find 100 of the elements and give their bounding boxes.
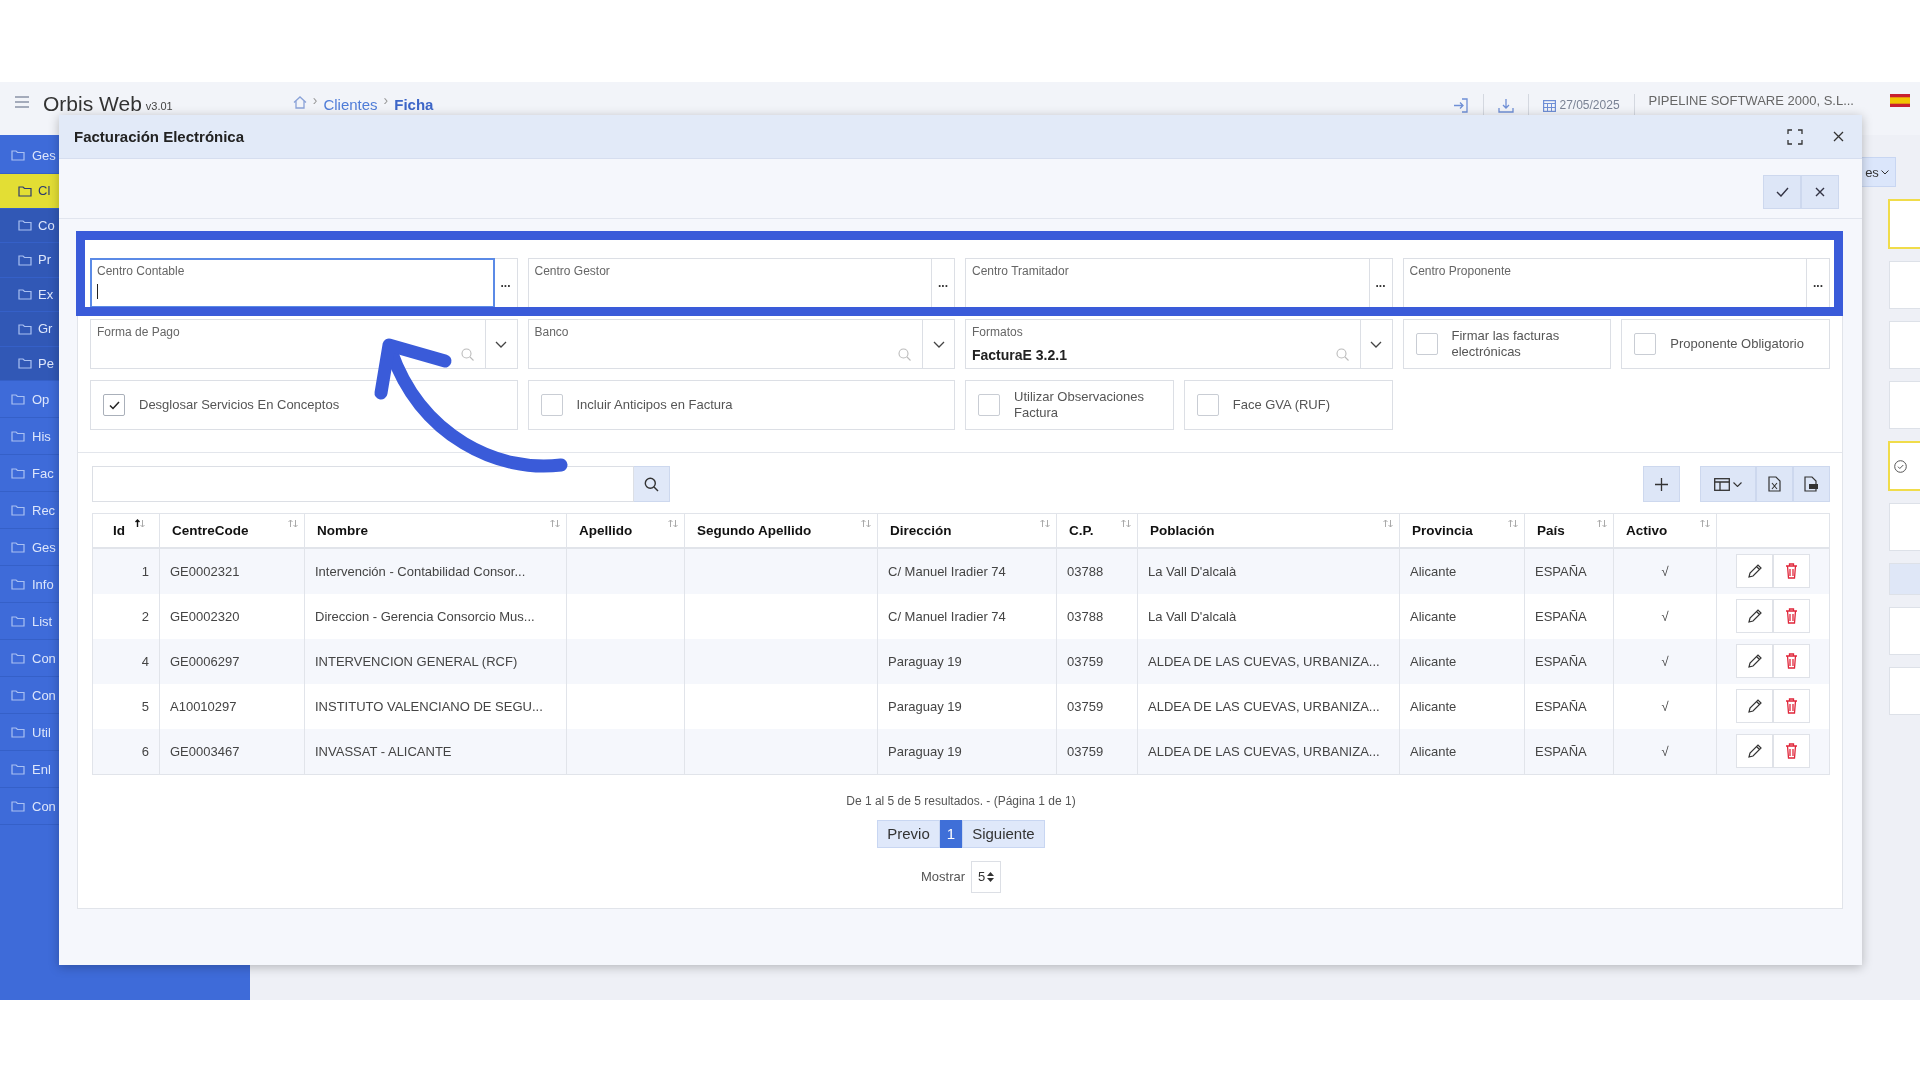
sidebar-item[interactable]: Cl	[0, 174, 59, 209]
table-cell: Intervención - Contabilidad Consor...	[315, 563, 526, 579]
edit-button[interactable]	[1736, 689, 1773, 723]
column-header[interactable]: Dirección	[877, 513, 1057, 548]
folder-icon	[11, 504, 25, 516]
folder-icon	[11, 763, 25, 775]
app-title: Orbis Web	[43, 92, 142, 116]
sidebar-item[interactable]: Co	[0, 208, 59, 243]
input-field[interactable]: Centro Tramitador	[965, 258, 1370, 308]
edit-button[interactable]	[1736, 599, 1773, 633]
trash-icon	[1785, 698, 1798, 714]
column-header[interactable]: Id	[92, 513, 160, 548]
delete-button[interactable]	[1773, 734, 1810, 768]
column-header[interactable]: CentreCode	[159, 513, 305, 548]
chevron-down-icon	[1733, 481, 1742, 487]
folder-icon	[11, 726, 25, 738]
delete-button[interactable]	[1773, 599, 1810, 633]
pdf-export-button[interactable]	[1793, 466, 1830, 502]
select-field[interactable]: Forma de Pago	[90, 319, 486, 369]
table-cell: ALDEA DE LAS CUEVAS, URBANIZA...	[1148, 653, 1380, 669]
search-button[interactable]	[634, 466, 670, 502]
folder-icon	[11, 393, 25, 405]
sidebar-item[interactable]: Ex	[0, 277, 59, 312]
checkbox[interactable]	[540, 394, 563, 416]
table-cell: ESPAÑA	[1535, 653, 1587, 669]
column-header[interactable]: Provincia	[1399, 513, 1525, 548]
checkbox-label: Incluir Anticipos en Factura	[576, 397, 733, 413]
column-header[interactable]: Activo	[1613, 513, 1717, 548]
checkbox[interactable]	[1196, 394, 1219, 416]
spreadsheet-file-icon	[1768, 476, 1781, 492]
add-button[interactable]	[1643, 466, 1680, 502]
table-cell: INSTITUTO VALENCIANO DE SEGU...	[315, 698, 543, 714]
flag-icon[interactable]	[1890, 93, 1910, 107]
more-button[interactable]: ...	[1369, 258, 1393, 308]
columns-button[interactable]	[1700, 466, 1756, 502]
input-field[interactable]: Centro Proponente	[1402, 258, 1807, 308]
page-button[interactable]: 1	[939, 819, 963, 848]
page-size-label: Mostrar	[920, 869, 966, 884]
table-cell: La Vall D'alcalà	[1148, 563, 1237, 579]
table-cell: Paraguay 19	[888, 653, 962, 669]
page-button[interactable]: Previo	[877, 819, 940, 848]
sidebar-item[interactable]: Pr	[0, 243, 59, 278]
delete-button[interactable]	[1773, 644, 1810, 678]
checkbox[interactable]	[1415, 333, 1438, 355]
column-header[interactable]: Apellido	[566, 513, 685, 548]
folder-icon	[11, 652, 25, 664]
column-header[interactable]: C.P.	[1056, 513, 1138, 548]
table-cell: GE0003467	[170, 743, 240, 759]
breadcrumb-link[interactable]: Clientes	[323, 96, 378, 113]
column-header[interactable]: Segundo Apellido	[684, 513, 878, 548]
confirm-button[interactable]	[1763, 175, 1801, 209]
folder-icon	[18, 219, 32, 232]
maximize-icon[interactable]	[1787, 128, 1803, 145]
cancel-button[interactable]	[1801, 175, 1839, 209]
table-cell: Alicante	[1410, 563, 1457, 579]
page-size-select[interactable]: 5	[971, 860, 1002, 893]
checkbox[interactable]	[978, 394, 1000, 416]
select-field[interactable]: Banco	[527, 319, 923, 369]
edit-button[interactable]	[1736, 554, 1773, 588]
breadcrumb-separator: ›	[312, 92, 318, 108]
search-field[interactable]	[92, 466, 634, 502]
table-cell: ESPAÑA	[1535, 698, 1587, 714]
breadcrumb-link[interactable]: Ficha	[394, 96, 434, 113]
table-cell: √	[1661, 743, 1669, 759]
folder-icon	[11, 800, 25, 812]
delete-button[interactable]	[1773, 689, 1810, 723]
column-header[interactable]: Nombre	[304, 513, 567, 548]
page-button[interactable]: Siguiente	[962, 819, 1045, 848]
table-cell: A10010297	[170, 698, 237, 714]
table-cell: √	[1661, 698, 1669, 714]
login-icon[interactable]	[1452, 97, 1469, 113]
plus-icon	[1655, 477, 1668, 491]
input-field[interactable]: Centro Contable	[90, 258, 495, 308]
sidebar-item[interactable]: Gr	[0, 312, 59, 347]
close-icon[interactable]	[1833, 131, 1844, 142]
menu-icon[interactable]	[15, 96, 29, 108]
more-button[interactable]: ...	[932, 258, 955, 308]
table-cell: ESPAÑA	[1535, 608, 1587, 624]
home-icon[interactable]	[292, 96, 307, 109]
column-header[interactable]: Población	[1137, 513, 1400, 548]
delete-button[interactable]	[1773, 554, 1810, 588]
checkbox[interactable]	[103, 394, 125, 416]
more-button[interactable]: ...	[1807, 258, 1830, 308]
folder-icon	[11, 615, 25, 627]
table-cell: 03788	[1067, 563, 1104, 579]
edit-button[interactable]	[1736, 734, 1773, 768]
table-cell: 03788	[1067, 608, 1104, 624]
select-field[interactable]: Formatos FacturaE 3.2.1	[965, 319, 1361, 369]
checkbox[interactable]	[1634, 333, 1657, 355]
folder-icon	[11, 149, 25, 161]
table-cell: Alicante	[1410, 608, 1457, 624]
input-field[interactable]: Centro Gestor	[527, 258, 932, 308]
download-icon[interactable]	[1497, 97, 1514, 113]
table-cell: Direccion - Gerencia Consorcio Mus...	[315, 608, 535, 624]
chevron-down-icon	[495, 340, 507, 348]
sidebar-item[interactable]: Pe	[0, 346, 59, 381]
more-button[interactable]: ...	[494, 258, 518, 308]
column-header[interactable]: País	[1524, 513, 1614, 548]
table-cell: ESPAÑA	[1535, 563, 1587, 579]
edit-button[interactable]	[1736, 644, 1773, 678]
